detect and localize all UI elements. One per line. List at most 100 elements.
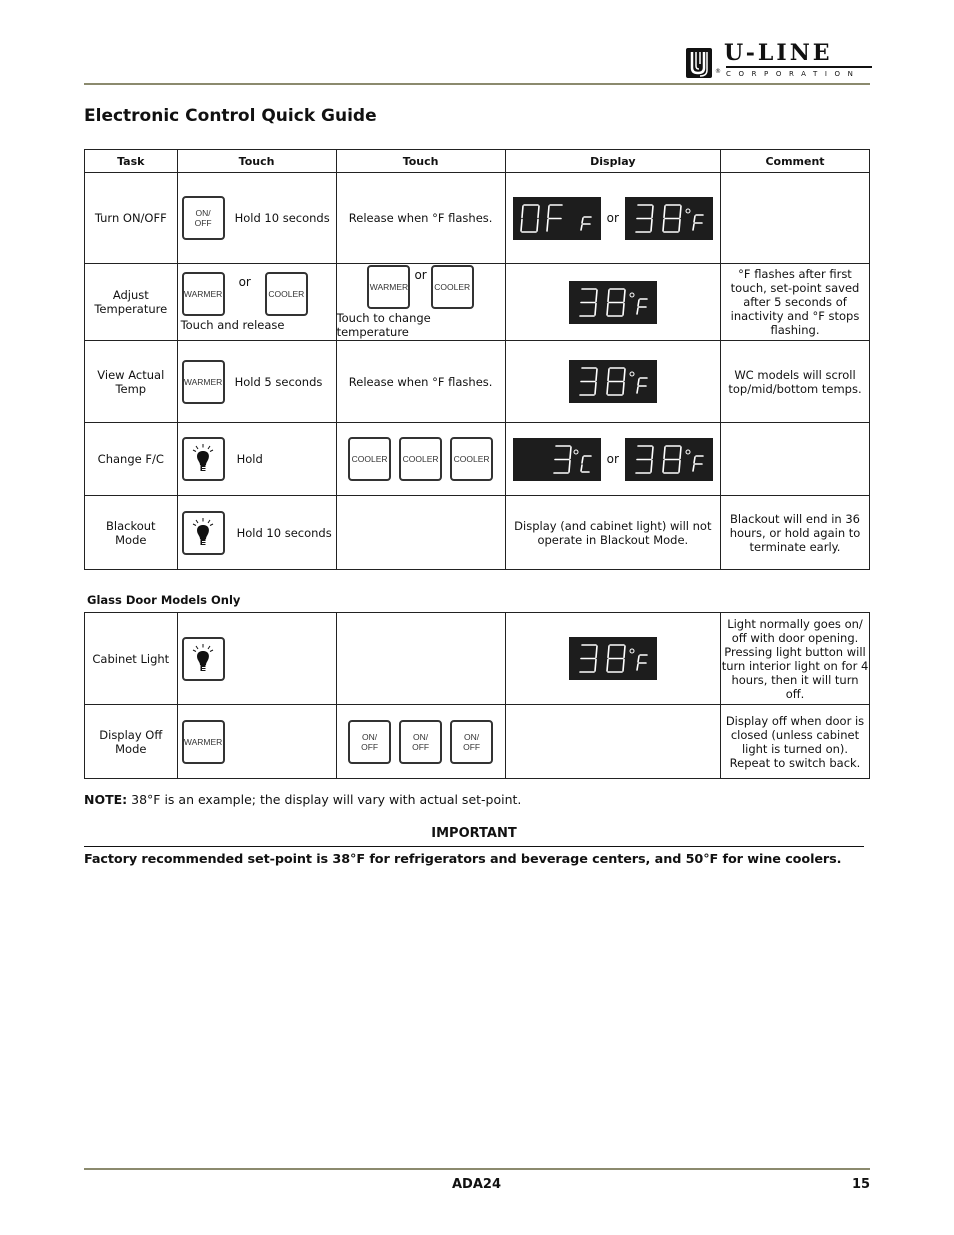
lcd-segment [606, 302, 609, 316]
lcd-segment [678, 218, 681, 232]
lcd-segment [662, 218, 665, 232]
task-cell: View Actual Temp [84, 340, 178, 423]
button-label: COOLER [351, 454, 388, 464]
comment-cell [720, 172, 870, 264]
instruction-text: Hold [236, 452, 263, 466]
lcd-display-38f [568, 637, 657, 680]
light-button[interactable] [181, 510, 225, 555]
lcd-segment [536, 204, 540, 218]
lcd-segment [679, 204, 682, 218]
lcd-segment [622, 381, 625, 395]
degree-symbol [573, 449, 579, 454]
button-label: WARMER [369, 282, 409, 292]
note-label: NOTE: [84, 792, 128, 807]
important-heading: IMPORTANT [431, 826, 517, 841]
lcd-segment [520, 204, 524, 218]
lcd-segment [607, 645, 610, 659]
cooler-button[interactable]: COOLER [399, 437, 443, 481]
lcd-segment [594, 381, 597, 395]
on-off-button[interactable]: ON/ OFF [181, 196, 225, 240]
button-label: COOLER [434, 282, 471, 292]
lcd-display-38f [568, 360, 657, 403]
lcd-segment [637, 378, 640, 386]
instruction-text [335, 495, 506, 570]
lcd-segment [622, 302, 625, 316]
table-row: Change F/C Hold COOLER COOLER COOLER or [84, 422, 870, 496]
degree-symbol [629, 292, 635, 297]
lcd-segment [692, 463, 695, 472]
degree-symbol [685, 449, 691, 454]
task-cell: Change F/C [84, 422, 178, 496]
cooler-button[interactable]: COOLER [450, 437, 494, 481]
comment-cell: Display off when door is closed (unless … [720, 704, 870, 779]
header-display: Display [504, 149, 722, 173]
instruction-text: Touch and release [180, 318, 285, 332]
page-title: Electronic Control Quick Guide [84, 106, 377, 126]
header-touch: Touch [176, 149, 337, 173]
lcd-segment [662, 459, 665, 473]
on-off-button[interactable]: ON/ OFF [348, 719, 392, 764]
note: NOTE: 38°F is an example; the display wi… [84, 792, 521, 807]
lcd-segment [579, 223, 583, 231]
lcd-display-38f [568, 280, 657, 324]
lcd-segment [607, 288, 610, 302]
lcd-segment [663, 445, 666, 459]
lcd-segment [606, 658, 609, 672]
lcd-segment [580, 216, 584, 224]
footer-model: ADA24 [452, 1177, 502, 1192]
u-line-logo-mark-icon [686, 48, 712, 78]
lcd-segment [568, 445, 572, 459]
task-cell: Adjust Temperature [84, 263, 178, 341]
light-button[interactable] [181, 636, 225, 681]
or-text: or [414, 268, 427, 282]
light-bulb-icon [192, 643, 214, 671]
task-cell: Turn ON/OFF [84, 172, 178, 264]
display-text: Display (and cabinet light) will not ope… [504, 495, 722, 570]
button-label: COOLER [453, 454, 490, 464]
button-label: WARMER [183, 376, 223, 387]
lcd-segment [679, 445, 682, 459]
page-number: 15 [852, 1177, 871, 1192]
cooler-button[interactable]: COOLER [430, 265, 474, 309]
warmer-button[interactable]: WARMER [367, 265, 411, 309]
on-off-button[interactable]: ON/ OFF [399, 719, 443, 764]
button-label: WARMER [183, 736, 223, 747]
table-row: Adjust Temperature WARMER or COOLER Touc… [84, 263, 870, 341]
button-label: ON/ OFF [463, 731, 481, 752]
light-bulb-icon [192, 444, 214, 471]
light-button[interactable] [181, 437, 225, 481]
warmer-button[interactable]: WARMER [181, 359, 225, 404]
instruction-text: Hold 5 seconds [234, 374, 323, 389]
instruction-text: Touch to change temperature [336, 311, 431, 339]
task-cell: Display Off Mode [84, 704, 178, 779]
lcd-segment [650, 218, 653, 232]
lcd-segment [545, 218, 549, 232]
lcd-segment [692, 222, 695, 231]
on-off-button[interactable]: ON/ OFF [450, 719, 494, 764]
lcd-segment [623, 368, 626, 382]
quick-guide-table: Task Touch Touch Display Comment Turn ON… [84, 149, 870, 570]
lcd-display-38f [624, 196, 713, 240]
warmer-button[interactable]: WARMER [181, 272, 225, 316]
lcd-segment [678, 459, 681, 473]
button-label: ON/ OFF [412, 731, 430, 752]
warmer-button[interactable]: WARMER [181, 719, 225, 764]
button-label: ON/ OFF [361, 731, 379, 752]
cooler-button[interactable]: COOLER [264, 272, 308, 316]
table-row: View Actual Temp WARMER Hold 5 seconds R… [84, 340, 870, 423]
cooler-button[interactable]: COOLER [348, 437, 392, 481]
lcd-segment [623, 288, 626, 302]
degree-symbol [685, 208, 691, 213]
header-rule [84, 83, 870, 85]
u-line-logo: U-LINE ® CORPORATION [686, 40, 872, 80]
table-row: Turn ON/OFF ON/ OFF Hold 10 seconds Rele… [84, 172, 870, 264]
lcd-segment [546, 204, 550, 218]
lcd-display-3c [512, 437, 601, 481]
comment-cell [720, 422, 870, 496]
lcd-segment [636, 386, 639, 394]
brand-sub: CORPORATION [726, 70, 861, 78]
instruction-text: Hold 10 seconds [236, 525, 332, 540]
lcd-segment [535, 218, 539, 232]
lcd-segment [650, 459, 653, 473]
lcd-segment [519, 218, 523, 232]
